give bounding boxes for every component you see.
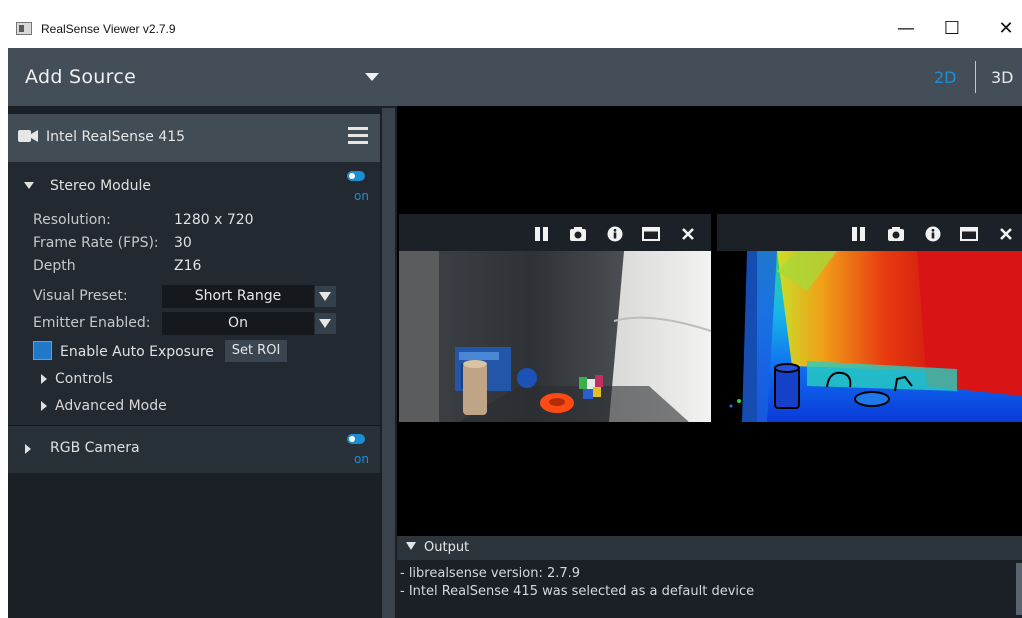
sidebar-scrollbar[interactable] (382, 108, 395, 618)
emitter-arrow-icon[interactable] (315, 313, 336, 334)
camera-icon[interactable] (887, 226, 905, 242)
maximize-button[interactable]: ☐ (929, 14, 975, 44)
view-header (397, 48, 1022, 106)
frame-rate-value[interactable]: 30 (174, 235, 192, 251)
maximize-icon[interactable] (642, 226, 660, 242)
view-2d-button[interactable]: 2D (934, 68, 957, 87)
depth-format-value[interactable]: Z16 (174, 258, 201, 274)
close-icon[interactable] (679, 226, 697, 242)
depth-stream-image[interactable] (717, 251, 1022, 422)
log-line: - Intel RealSense 415 was selected as a … (400, 584, 755, 599)
resolution-label: Resolution: (33, 212, 111, 228)
output-header[interactable] (397, 536, 1022, 560)
controls-section[interactable]: Controls (55, 371, 113, 387)
stereo-module-toggle-state: on (354, 189, 369, 203)
stereo-module-title[interactable]: Stereo Module (50, 178, 151, 194)
close-icon[interactable] (997, 226, 1015, 242)
hamburger-menu-icon[interactable] (348, 127, 368, 144)
rgb-camera-toggle-state: on (354, 452, 369, 466)
rgb-camera-title[interactable]: RGB Camera (50, 440, 140, 456)
close-window-button[interactable]: ✕ (983, 14, 1022, 44)
resolution-value[interactable]: 1280 x 720 (174, 212, 254, 228)
video-camera-icon (18, 130, 38, 142)
visual-preset-dropdown[interactable]: Short Range (162, 285, 314, 308)
collapse-arrow-icon[interactable] (406, 542, 416, 550)
auto-exposure-checkbox[interactable] (33, 341, 52, 360)
set-roi-button[interactable]: Set ROI (225, 340, 287, 362)
expand-arrow-icon[interactable] (41, 401, 47, 411)
view-3d-button[interactable]: 3D (991, 68, 1014, 87)
depth-label: Depth (33, 258, 76, 274)
window-title: RealSense Viewer v2.7.9 (41, 22, 176, 36)
color-stream-toolbar (399, 214, 711, 251)
collapse-arrow-icon[interactable] (24, 182, 34, 189)
app-icon (16, 22, 32, 35)
device-name: Intel RealSense 415 (46, 129, 186, 145)
expand-arrow-icon[interactable] (25, 444, 31, 454)
expand-arrow-icon[interactable] (41, 374, 47, 384)
visual-preset-arrow-icon[interactable] (315, 286, 336, 307)
rgb-camera-toggle[interactable] (347, 434, 365, 444)
emitter-label: Emitter Enabled: (33, 315, 151, 331)
minimize-button[interactable]: — (883, 14, 929, 44)
maximize-icon[interactable] (960, 226, 978, 242)
output-title: Output (424, 540, 470, 555)
visual-preset-label: Visual Preset: (33, 288, 128, 304)
pause-icon[interactable] (533, 226, 551, 242)
info-icon[interactable] (924, 226, 942, 242)
auto-exposure-label[interactable]: Enable Auto Exposure (60, 344, 214, 360)
advanced-mode-section[interactable]: Advanced Mode (55, 398, 167, 414)
stereo-module-toggle[interactable] (347, 171, 365, 181)
output-scrollbar[interactable] (1016, 563, 1022, 615)
color-stream-image[interactable] (399, 251, 711, 422)
add-source-label: Add Source (25, 66, 137, 88)
log-line: - librealsense version: 2.7.9 (400, 566, 581, 581)
emitter-dropdown[interactable]: On (162, 312, 314, 335)
pause-icon[interactable] (850, 226, 868, 242)
view-mode-divider (975, 61, 976, 93)
chevron-down-icon[interactable] (365, 73, 379, 81)
camera-icon[interactable] (569, 226, 587, 242)
frame-rate-label: Frame Rate (FPS): (33, 235, 159, 251)
info-icon[interactable] (606, 226, 624, 242)
